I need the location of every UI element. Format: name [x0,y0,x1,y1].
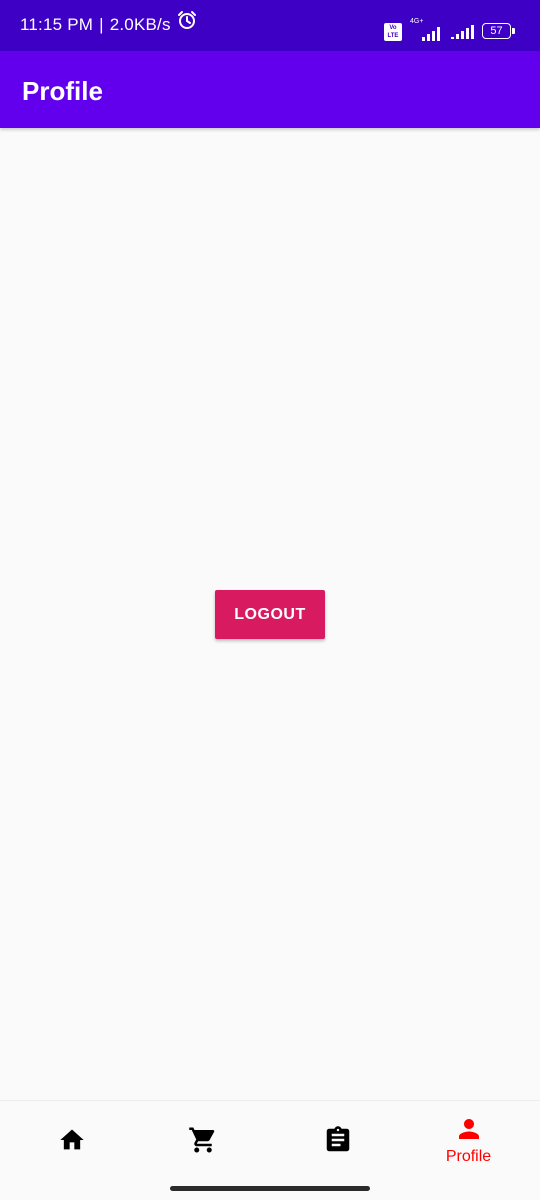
page-title: Profile [22,76,103,106]
volte-top-label: Vo [389,25,397,31]
home-icon [58,1126,86,1154]
signal-icon: 4G+ [408,18,444,42]
nav-item-profile[interactable]: Profile [401,1101,536,1179]
bottom-nav: Profile [0,1100,540,1179]
nav-item-cart[interactable] [135,1101,270,1179]
battery-level: 57 [490,25,503,37]
signal-icon [450,20,476,45]
nav-item-label: Profile [445,1148,492,1165]
app-bar: Profile [0,51,540,128]
battery-icon: 57 [482,23,516,41]
volte-icon: Vo LTE [384,23,402,41]
status-left: 11:15 PM | 2.0KB/s [20,0,197,57]
volte-bottom-label: LTE [387,33,399,39]
home-indicator[interactable] [170,1186,370,1191]
status-separator: | [99,15,104,34]
status-right: Vo LTE 4G+ 57 [384,18,516,45]
status-bar: 11:15 PM | 2.0KB/s Vo LTE 4G+ 57 [0,0,540,51]
cart-icon [188,1125,218,1155]
clipboard-icon [323,1125,353,1155]
logout-button[interactable]: LOGOUT [215,590,325,639]
status-speed: 2.0KB/s [109,15,171,34]
person-icon [454,1114,484,1144]
alarm-icon [177,0,197,57]
status-time: 11:15 PM [20,15,94,34]
nav-item-orders[interactable] [270,1101,405,1179]
nav-item-home[interactable] [4,1101,139,1179]
